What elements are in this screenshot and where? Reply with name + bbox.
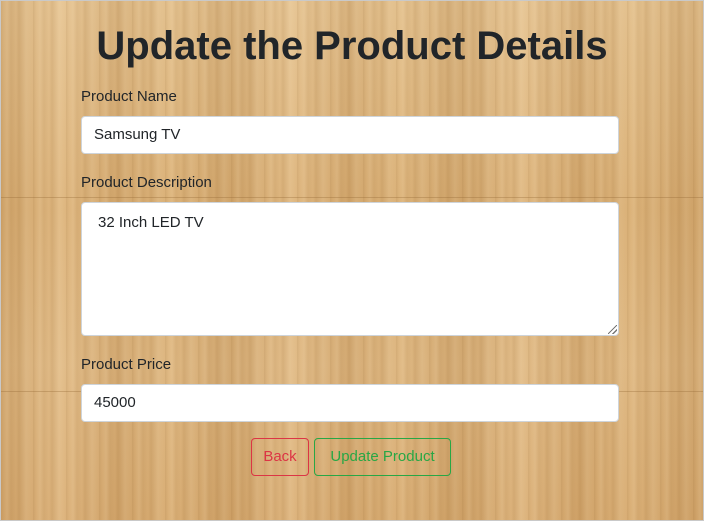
product-price-input[interactable]: 45000 [81,384,619,422]
update-product-button[interactable]: Update Product [314,438,451,476]
product-name-input[interactable]: Samsung TV [81,116,619,154]
product-description-text: 32 Inch LED TV [98,214,204,231]
page-title: Update the Product Details [96,24,608,68]
product-description-label: Product Description [81,174,212,191]
resize-grip-icon[interactable] [608,325,617,334]
back-button[interactable]: Back [251,438,309,476]
product-name-label: Product Name [81,88,177,105]
wood-seam [0,197,704,198]
product-price-label: Product Price [81,356,172,373]
product-description-textarea[interactable]: 32 Inch LED TV [81,202,619,336]
